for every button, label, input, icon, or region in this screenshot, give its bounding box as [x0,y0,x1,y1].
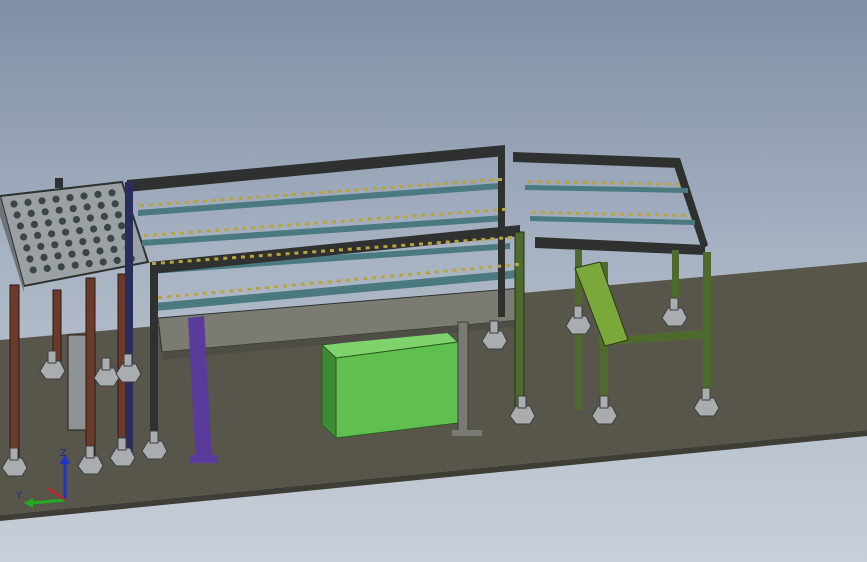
z-axis-label: Z [60,448,67,459]
coordinate-triad [24,454,70,508]
cad-viewport[interactable]: Z Y [0,0,867,562]
y-axis-label: Y [16,490,23,501]
